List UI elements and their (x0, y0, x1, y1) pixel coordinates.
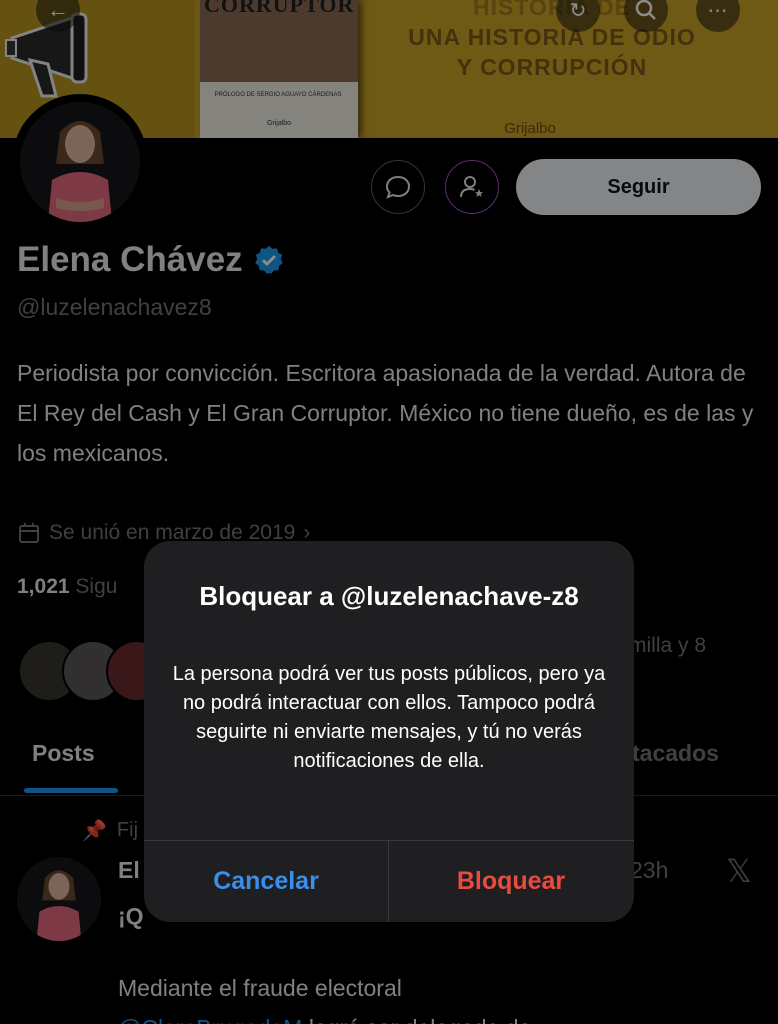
block-confirmation-dialog: Bloquear a @luzelenachave-z8 La persona … (144, 541, 634, 922)
profile-page: CORRUPTOR PRÓLOGO DE SERGIO AGUAYO CÁRDE… (0, 0, 778, 1024)
dialog-message: La persona podrá ver tus posts públicos,… (172, 663, 606, 772)
cancel-button[interactable]: Cancelar (144, 841, 388, 922)
dialog-title: Bloquear a @luzelenachave-z8 (199, 581, 579, 611)
block-button[interactable]: Bloquear (389, 841, 633, 922)
